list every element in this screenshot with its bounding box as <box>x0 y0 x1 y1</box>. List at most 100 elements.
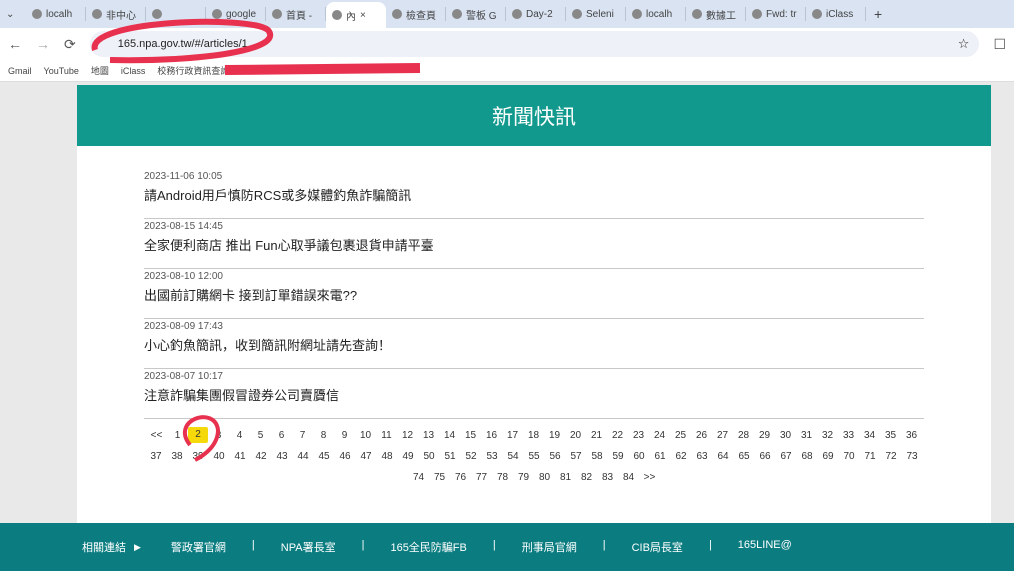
bookmark-item[interactable]: iClass <box>121 66 146 76</box>
pagination-page[interactable]: 48 <box>377 446 398 467</box>
pagination-page[interactable]: 30 <box>775 425 796 446</box>
pagination-page[interactable]: 23 <box>628 425 649 446</box>
pagination-page[interactable]: 7 <box>292 425 313 446</box>
pagination-page[interactable]: 6 <box>271 425 292 446</box>
article-title[interactable]: 注意詐騙集團假冒證券公司賣贗信 <box>144 385 924 404</box>
pagination-page[interactable]: 58 <box>587 446 608 467</box>
pagination-page[interactable]: 29 <box>754 425 775 446</box>
pagination-page[interactable]: 36 <box>901 425 922 446</box>
article-title[interactable]: 出國前訂購網卡 接到訂單錯誤來電?? <box>144 285 924 304</box>
pagination-page[interactable]: 83 <box>597 467 618 488</box>
pagination-page[interactable]: 32 <box>817 425 838 446</box>
close-tab-icon[interactable]: × <box>360 10 366 21</box>
pagination-page[interactable]: 69 <box>818 446 839 467</box>
pagination-page[interactable]: 31 <box>796 425 817 446</box>
pagination-page[interactable]: 20 <box>565 425 586 446</box>
browser-tab[interactable]: 內 × <box>326 2 386 28</box>
pagination-page[interactable]: 14 <box>439 425 460 446</box>
address-bar[interactable]: 165.npa.gov.tw/#/articles/1 ☆ <box>89 31 980 57</box>
pagination-page[interactable]: 54 <box>503 446 524 467</box>
pagination-page[interactable]: 52 <box>461 446 482 467</box>
pagination-page[interactable]: 60 <box>629 446 650 467</box>
reload-icon[interactable]: ⟳ <box>64 36 76 53</box>
pagination-page[interactable]: 82 <box>576 467 597 488</box>
pagination-page[interactable]: 56 <box>545 446 566 467</box>
pagination-page[interactable]: 8 <box>313 425 334 446</box>
pagination-page[interactable]: 24 <box>649 425 670 446</box>
pagination-page[interactable]: 53 <box>482 446 503 467</box>
article-title[interactable]: 全家便利商店 推出 Fun心取爭議包裹退貨申請平臺 <box>144 235 924 254</box>
pagination-page[interactable]: 64 <box>713 446 734 467</box>
pagination-page[interactable]: 77 <box>471 467 492 488</box>
back-icon[interactable]: ← <box>8 36 22 52</box>
pagination-page[interactable]: 38 <box>167 446 188 467</box>
pagination-page[interactable]: 35 <box>880 425 901 446</box>
bookmark-item[interactable]: YouTube <box>44 66 79 76</box>
pagination-page[interactable]: 46 <box>335 446 356 467</box>
bookmark-item[interactable]: 地圖 <box>91 64 109 77</box>
pagination-page[interactable]: 16 <box>481 425 502 446</box>
pagination-page[interactable]: 70 <box>839 446 860 467</box>
pagination-page[interactable]: 34 <box>859 425 880 446</box>
tab-search-chevron-icon[interactable]: ⌄ <box>6 9 26 20</box>
pagination-page[interactable]: 25 <box>670 425 691 446</box>
browser-tab[interactable]: Seleni <box>566 7 626 21</box>
pagination-page[interactable]: 57 <box>566 446 587 467</box>
pagination-page[interactable]: 80 <box>534 467 555 488</box>
footer-link[interactable]: 165全民防騙FB <box>390 539 466 555</box>
footer-link[interactable]: 165LINE@ <box>738 539 792 555</box>
browser-tab[interactable]: 檢查頁 <box>386 7 446 21</box>
pagination-page[interactable]: 3 <box>208 425 229 446</box>
pagination-page[interactable]: 40 <box>209 446 230 467</box>
footer-link[interactable]: 警政署官網 <box>171 539 226 555</box>
browser-tab[interactable]: 警板 G <box>446 7 506 21</box>
article-item[interactable]: 2023-08-09 17:43 小心釣魚簡訊，收到簡訊附網址請先查詢！ <box>144 319 924 369</box>
pagination-page[interactable]: 19 <box>544 425 565 446</box>
article-title[interactable]: 小心釣魚簡訊，收到簡訊附網址請先查詢！ <box>144 335 924 354</box>
browser-tab[interactable]: 首頁 - <box>266 7 326 21</box>
pagination-page[interactable]: 21 <box>586 425 607 446</box>
browser-tab[interactable] <box>146 7 206 21</box>
footer-link[interactable]: 刑事局官網 <box>522 539 577 555</box>
article-item[interactable]: 2023-08-15 14:45 全家便利商店 推出 Fun心取爭議包裹退貨申請平… <box>144 219 924 269</box>
pagination-page[interactable]: 49 <box>398 446 419 467</box>
browser-tab[interactable]: google <box>206 7 266 21</box>
pagination-page[interactable]: 11 <box>376 425 397 446</box>
browser-tab[interactable]: Fwd: tr <box>746 7 806 21</box>
forward-icon[interactable]: → <box>36 36 50 52</box>
pagination-page[interactable]: 67 <box>776 446 797 467</box>
pagination-page[interactable]: 42 <box>251 446 272 467</box>
footer-link[interactable]: CIB局長室 <box>632 539 683 555</box>
pagination-page[interactable]: 44 <box>293 446 314 467</box>
browser-tab[interactable]: 非中心 <box>86 7 146 21</box>
pagination-page[interactable]: 22 <box>607 425 628 446</box>
pagination-page[interactable]: 41 <box>230 446 251 467</box>
pagination-page[interactable]: 18 <box>523 425 544 446</box>
pagination-page[interactable]: 61 <box>650 446 671 467</box>
pagination-page[interactable]: 68 <box>797 446 818 467</box>
pagination-page[interactable]: 78 <box>492 467 513 488</box>
pagination-page[interactable]: 55 <box>524 446 545 467</box>
bookmark-item[interactable]: 校務行政資訊查詢... <box>157 64 237 77</box>
bookmark-item[interactable]: Gmail <box>8 66 32 76</box>
article-item[interactable]: 2023-08-07 10:17 注意詐騙集團假冒證券公司賣贗信 <box>144 369 924 419</box>
pagination-page[interactable]: 47 <box>356 446 377 467</box>
pagination-page[interactable]: 4 <box>229 425 250 446</box>
pagination-page[interactable]: 59 <box>608 446 629 467</box>
browser-tab[interactable]: 數據工 <box>686 7 746 21</box>
pagination-page[interactable]: 51 <box>440 446 461 467</box>
bookmark-star-icon[interactable]: ☆ <box>958 36 970 52</box>
pagination-page[interactable]: 26 <box>691 425 712 446</box>
pagination-current-page[interactable]: 2 <box>188 427 208 443</box>
pagination-page[interactable]: 79 <box>513 467 534 488</box>
pagination-page[interactable]: 76 <box>450 467 471 488</box>
pagination-prev[interactable]: << <box>146 425 167 446</box>
pagination-page[interactable]: 28 <box>733 425 754 446</box>
pagination-page[interactable]: 39 <box>188 446 209 467</box>
url-text[interactable]: 165.npa.gov.tw/#/articles/1 <box>118 38 248 50</box>
pagination-page[interactable]: 73 <box>902 446 923 467</box>
pagination-page[interactable]: 75 <box>429 467 450 488</box>
pagination-page[interactable]: 81 <box>555 467 576 488</box>
pagination-page[interactable]: 12 <box>397 425 418 446</box>
footer-link[interactable]: NPA署長室 <box>281 539 336 555</box>
